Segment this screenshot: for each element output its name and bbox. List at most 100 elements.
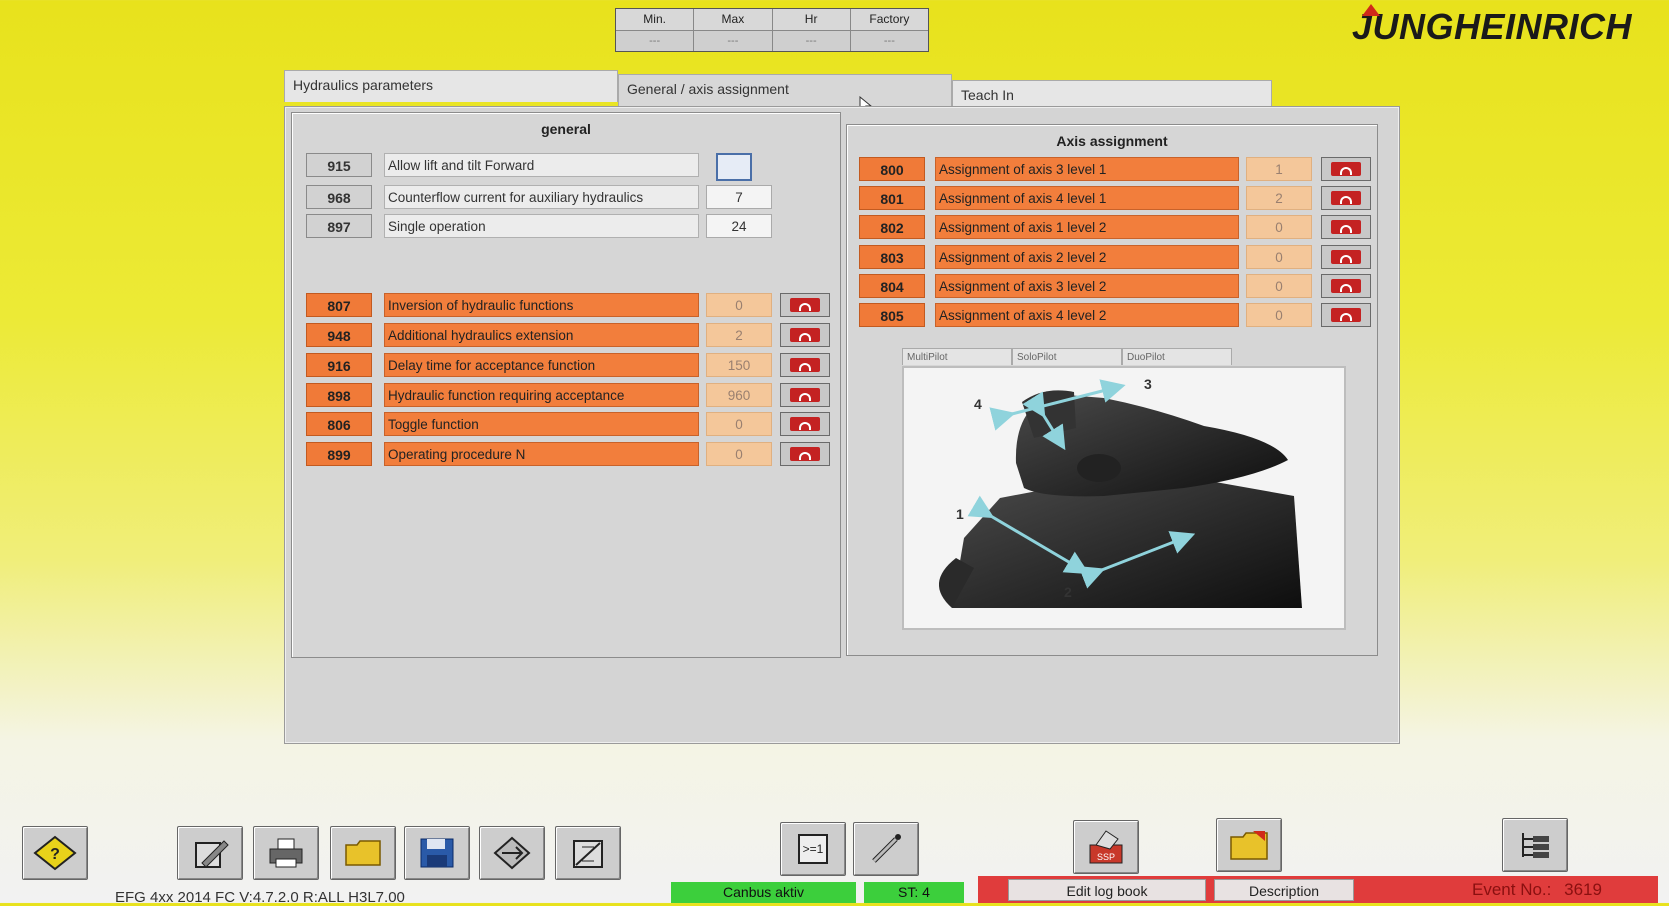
param-number: 806 <box>306 412 372 436</box>
param-number: 804 <box>859 274 925 298</box>
save-button[interactable] <box>404 826 470 880</box>
lock-button[interactable] <box>1321 186 1371 210</box>
lock-icon <box>790 358 820 372</box>
axis-label-3: 3 <box>1144 376 1152 392</box>
lock-button[interactable] <box>780 293 830 317</box>
axis-row-802: 802 Assignment of axis 1 level 2 0 <box>859 215 1371 239</box>
help-icon: ? <box>33 835 77 871</box>
param-value: 1 <box>1246 157 1312 181</box>
param-number: 803 <box>859 245 925 269</box>
description-button[interactable]: Description <box>1214 879 1354 901</box>
joystick-image <box>938 379 1302 608</box>
station-status: ST: 4 <box>864 882 964 903</box>
locked-param-row: 899 Operating procedure N 0 <box>306 442 830 466</box>
folder-icon <box>345 840 381 866</box>
axis-row-804: 804 Assignment of axis 3 level 2 0 <box>859 274 1371 298</box>
param-row-897: 897 Single operation 24 <box>306 214 826 238</box>
param-number: 802 <box>859 215 925 239</box>
logo-arrow-icon <box>1362 4 1380 16</box>
axis-assignment-title: Axis assignment <box>1056 133 1168 149</box>
parameter-filter-button[interactable]: >=1 <box>780 822 846 876</box>
svg-text:SSP: SSP <box>1097 852 1115 862</box>
lock-icon <box>1331 308 1361 322</box>
param-label: Inversion of hydraulic functions <box>384 293 699 317</box>
param-number: 897 <box>306 214 372 238</box>
jungheinrich-logo: JUNGHEINRICH <box>1352 4 1632 48</box>
tab-multipilot[interactable]: MultiPilot <box>902 348 1012 365</box>
open-log-folder-button[interactable] <box>1216 818 1282 872</box>
lock-button[interactable] <box>780 353 830 377</box>
min-value: --- <box>649 35 661 47</box>
lock-button[interactable] <box>780 383 830 407</box>
tree-view-button[interactable] <box>1502 818 1568 872</box>
param-value: 0 <box>706 412 772 436</box>
lock-button[interactable] <box>1321 274 1371 298</box>
lock-button[interactable] <box>1321 215 1371 239</box>
lock-icon <box>790 388 820 402</box>
locked-param-row: 948 Additional hydraulics extension 2 <box>306 323 830 347</box>
lock-button[interactable] <box>1321 157 1371 181</box>
help-button[interactable]: ? <box>22 826 88 880</box>
param-value: 0 <box>1246 215 1312 239</box>
tab-solopilot[interactable]: SoloPilot <box>1012 348 1122 365</box>
factory-value: --- <box>883 35 895 47</box>
max-header: Max <box>694 9 772 31</box>
open-folder-button[interactable] <box>330 826 396 880</box>
param-value: 0 <box>1246 245 1312 269</box>
param-value-input[interactable]: 24 <box>706 214 772 238</box>
lock-icon <box>1331 220 1361 234</box>
axis-label-1: 1 <box>956 506 964 522</box>
param-number: 805 <box>859 303 925 327</box>
param-label: Assignment of axis 4 level 1 <box>935 186 1239 210</box>
param-label: Toggle function <box>384 412 699 436</box>
param-row-915: 915 Allow lift and tilt Forward <box>306 153 826 181</box>
param-value: 150 <box>706 353 772 377</box>
transfer-button[interactable] <box>479 826 545 880</box>
param-number: 916 <box>306 353 372 377</box>
hr-header: Hr <box>772 9 850 31</box>
diagnostic-button[interactable] <box>853 822 919 876</box>
lock-icon <box>790 417 820 431</box>
lock-button[interactable] <box>780 412 830 436</box>
joystick-illustration: 1 2 3 4 <box>902 366 1346 630</box>
version-info: EFG 4xx 2014 FC V:4.7.2.0 R:ALL H3L7.00 <box>115 889 405 906</box>
folder-red-icon <box>1230 831 1268 860</box>
param-value: 960 <box>706 383 772 407</box>
param-number: 800 <box>859 157 925 181</box>
print-button[interactable] <box>253 826 319 880</box>
edit-icon <box>195 840 229 868</box>
allow-lift-tilt-checkbox[interactable] <box>716 153 752 181</box>
event-number-label: Event No.: <box>1472 880 1552 899</box>
tab-hydraulics-parameters[interactable]: Hydraulics parameters <box>284 70 618 102</box>
lock-button[interactable] <box>1321 303 1371 327</box>
param-number: 968 <box>306 185 372 209</box>
axis-row-801: 801 Assignment of axis 4 level 1 2 <box>859 186 1371 210</box>
axis-row-800: 800 Assignment of axis 3 level 1 1 <box>859 157 1371 181</box>
locked-param-row: 806 Toggle function 0 <box>306 412 830 436</box>
lock-icon <box>1331 250 1361 264</box>
param-label: Counterflow current for auxiliary hydrau… <box>384 185 699 209</box>
param-number: 801 <box>859 186 925 210</box>
event-number: Event No.: 3619 <box>1472 880 1602 900</box>
floppy-disk-icon <box>420 838 454 868</box>
param-value: 2 <box>1246 186 1312 210</box>
axis-label-4: 4 <box>974 396 982 412</box>
lock-button[interactable] <box>1321 245 1371 269</box>
param-value-input[interactable]: 7 <box>706 185 772 209</box>
param-label: Delay time for acceptance function <box>384 353 699 377</box>
factory-header: Factory <box>850 9 928 31</box>
svg-text:?: ? <box>50 846 60 863</box>
param-number: 898 <box>306 383 372 407</box>
compare-button[interactable] <box>555 826 621 880</box>
param-label: Assignment of axis 4 level 2 <box>935 303 1239 327</box>
tab-duopilot[interactable]: DuoPilot <box>1122 348 1232 365</box>
lock-icon <box>1331 279 1361 293</box>
tab-general-axis-assignment[interactable]: General / axis assignment <box>618 74 952 106</box>
lock-button[interactable] <box>780 323 830 347</box>
param-number: 899 <box>306 442 372 466</box>
param-label: Additional hydraulics extension <box>384 323 699 347</box>
lock-button[interactable] <box>780 442 830 466</box>
edit-button[interactable] <box>177 826 243 880</box>
edit-log-book-button[interactable]: Edit log book <box>1008 879 1206 901</box>
ssp-button[interactable]: SSP <box>1073 820 1139 874</box>
